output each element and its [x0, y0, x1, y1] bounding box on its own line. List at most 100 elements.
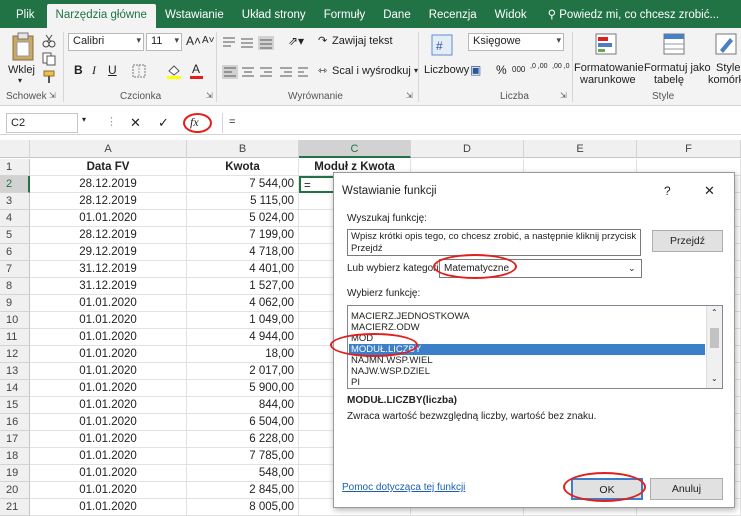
column-header-b[interactable]: B — [187, 140, 299, 158]
row-header[interactable]: 7 — [0, 261, 30, 278]
tab-formulas[interactable]: Formuły — [315, 4, 375, 28]
search-function-input[interactable]: Wpisz krótki opis tego, co chcesz zrobić… — [347, 229, 641, 256]
go-button[interactable]: Przejdź — [652, 230, 723, 252]
insert-function-button[interactable]: fx — [190, 115, 199, 130]
row-header[interactable]: 1 — [0, 159, 30, 176]
table-cell[interactable]: 6 228,00 — [187, 431, 299, 448]
row-header[interactable]: 21 — [0, 499, 30, 516]
function-list-item[interactable]: MACIERZ.ODW — [351, 322, 420, 333]
table-cell[interactable]: 31.12.2019 — [30, 261, 187, 278]
number-format-button[interactable]: # Liczbowy — [424, 32, 469, 86]
help-button[interactable]: ? — [664, 184, 671, 198]
ok-button[interactable]: OK — [571, 478, 643, 500]
font-name-combo[interactable]: Calibri ▾ — [68, 33, 144, 51]
row-header[interactable]: 15 — [0, 397, 30, 414]
column-header-f[interactable]: F — [637, 140, 741, 158]
shrink-font-button[interactable]: A˅ — [202, 35, 215, 46]
row-header[interactable]: 3 — [0, 193, 30, 210]
table-cell[interactable]: 01.01.2020 — [30, 448, 187, 465]
table-cell[interactable]: 01.01.2020 — [30, 346, 187, 363]
table-cell[interactable]: 5 115,00 — [187, 193, 299, 210]
row-header[interactable]: 12 — [0, 346, 30, 363]
table-cell[interactable]: 01.01.2020 — [30, 499, 187, 516]
table-cell[interactable]: 18,00 — [187, 346, 299, 363]
table-cell[interactable]: 2 017,00 — [187, 363, 299, 380]
column-header-e[interactable]: E — [524, 140, 637, 158]
grow-font-button[interactable]: A˄ — [186, 34, 201, 48]
decrease-decimal-button[interactable]: ,00 ,0 — [552, 63, 574, 71]
category-select[interactable]: Matematyczne ⌄ — [439, 259, 642, 278]
row-header[interactable]: 6 — [0, 244, 30, 261]
table-cell[interactable]: 548,00 — [187, 465, 299, 482]
enter-formula-button[interactable]: ✓ — [158, 115, 169, 131]
table-cell[interactable]: 7 544,00 — [187, 176, 299, 193]
table-cell[interactable]: 8 005,00 — [187, 499, 299, 516]
table-cell[interactable]: 7 199,00 — [187, 227, 299, 244]
dialog-launcher-icon[interactable]: ⇲ — [206, 91, 213, 100]
table-cell[interactable]: 4 401,00 — [187, 261, 299, 278]
table-cell[interactable]: 01.01.2020 — [30, 431, 187, 448]
scrollbar-thumb[interactable] — [710, 328, 719, 348]
table-cell[interactable]: 01.01.2020 — [30, 210, 187, 227]
tab-insert[interactable]: Wstawianie — [156, 4, 233, 28]
borders-icon[interactable] — [132, 64, 148, 78]
format-as-table-button[interactable]: Formatuj jako tabelę — [644, 32, 711, 88]
table-cell[interactable]: 28.12.2019 — [30, 176, 187, 193]
row-header[interactable]: 20 — [0, 482, 30, 499]
align-top-icon[interactable] — [222, 36, 282, 50]
chevron-down-icon[interactable]: ⌄ — [711, 374, 718, 383]
table-cell[interactable]: 1 049,00 — [187, 312, 299, 329]
table-cell[interactable]: 844,00 — [187, 397, 299, 414]
table-cell[interactable]: 01.01.2020 — [30, 465, 187, 482]
table-cell[interactable]: Kwota — [187, 159, 299, 176]
font-size-combo[interactable]: 11 ▾ — [146, 33, 182, 51]
select-all-corner[interactable] — [0, 140, 30, 158]
thousands-button[interactable]: 000 — [512, 65, 525, 74]
function-list-item[interactable]: NAJW.WSP.DZIEL — [351, 366, 430, 377]
tell-me-box[interactable]: ⚲ Powiedz mi, co chcesz zrobić... — [536, 4, 719, 28]
cut-icon[interactable] — [42, 34, 56, 48]
table-cell[interactable]: 7 785,00 — [187, 448, 299, 465]
row-header[interactable]: 4 — [0, 210, 30, 227]
row-header[interactable]: 13 — [0, 363, 30, 380]
cell-styles-button[interactable]: Style komórki — [704, 32, 741, 88]
function-list-item[interactable]: MODUŁ.LICZBY — [349, 344, 705, 355]
paste-button[interactable]: Wklej ▾ — [6, 32, 40, 88]
column-header-a[interactable]: A — [30, 140, 187, 158]
table-cell[interactable]: 5 024,00 — [187, 210, 299, 227]
row-header[interactable]: 16 — [0, 414, 30, 431]
table-cell[interactable]: 29.12.2019 — [30, 244, 187, 261]
row-header[interactable]: 9 — [0, 295, 30, 312]
name-box[interactable]: C2 — [6, 113, 78, 133]
percent-button[interactable]: % — [496, 63, 507, 77]
tab-file[interactable]: Plik — [0, 4, 47, 28]
table-cell[interactable]: 01.01.2020 — [30, 380, 187, 397]
table-cell[interactable]: 28.12.2019 — [30, 227, 187, 244]
function-list-item[interactable]: MACIERZ.JEDNOSTKOWA — [351, 311, 469, 322]
list-scrollbar[interactable]: ⌃ ⌄ — [706, 306, 722, 388]
underline-button[interactable]: U — [108, 63, 117, 77]
merge-center-button[interactable]: ⇿ Scal i wyśrodkuj ▾ — [318, 63, 418, 81]
column-header-c[interactable]: C — [299, 140, 411, 158]
table-cell[interactable]: 01.01.2020 — [30, 482, 187, 499]
row-header[interactable]: 11 — [0, 329, 30, 346]
tab-home[interactable]: Narzędzia główne — [46, 4, 156, 28]
cancel-formula-button[interactable]: ✕ — [130, 115, 141, 131]
tab-page-layout[interactable]: Układ strony — [233, 4, 315, 28]
dialog-launcher-icon[interactable]: ⇲ — [560, 91, 567, 100]
italic-button[interactable]: I — [92, 63, 96, 78]
fill-color-icon[interactable] — [166, 63, 184, 79]
row-header[interactable]: 2 — [0, 176, 30, 193]
row-header[interactable]: 10 — [0, 312, 30, 329]
table-cell[interactable]: 5 900,00 — [187, 380, 299, 397]
dialog-launcher-icon[interactable]: ⇲ — [49, 91, 56, 100]
font-color-icon[interactable]: A — [192, 62, 200, 76]
row-header[interactable]: 14 — [0, 380, 30, 397]
wrap-text-button[interactable]: ↷ Zawijaj tekst — [318, 33, 408, 51]
number-format-combo[interactable]: Księgowe ▾ — [468, 33, 564, 51]
table-cell[interactable]: 6 504,00 — [187, 414, 299, 431]
format-painter-icon[interactable] — [42, 70, 56, 84]
table-cell[interactable]: 01.01.2020 — [30, 397, 187, 414]
copy-icon[interactable] — [42, 52, 56, 66]
table-cell[interactable]: 01.01.2020 — [30, 329, 187, 346]
